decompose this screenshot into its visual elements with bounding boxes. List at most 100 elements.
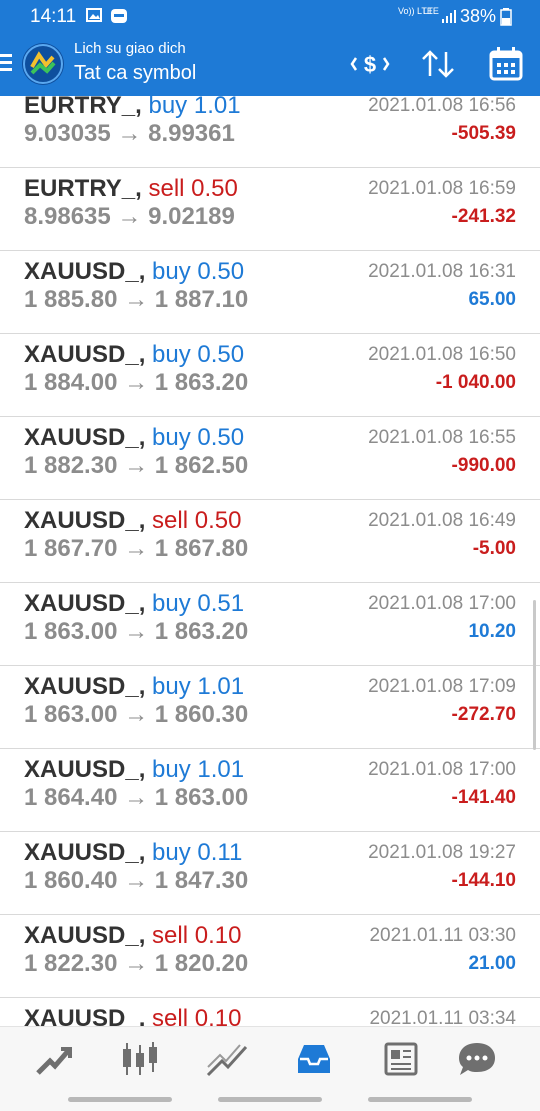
trade-volume: 0.51 bbox=[197, 590, 245, 617]
trade-volume: 0.11 bbox=[197, 839, 243, 866]
trade-side: buy bbox=[152, 673, 191, 700]
trade-side: buy bbox=[152, 258, 191, 285]
menu-icon[interactable] bbox=[0, 54, 12, 72]
trade-profit: 10.20 bbox=[468, 621, 516, 642]
trade-row[interactable]: EURTRY_, sell 0.50 8.98635 → 9.02189 2021.… bbox=[0, 167, 540, 251]
trade-time: 2021.01.08 16:59 bbox=[368, 178, 516, 199]
trade-symbol: XAUUSD_, buy 1.01 bbox=[24, 756, 244, 784]
trade-side: buy bbox=[152, 590, 191, 617]
trade-symbol: XAUUSD_, sell 0.10 bbox=[24, 1005, 241, 1026]
status-bar: 14:11 Vo)) LTE LTE 38% bbox=[0, 0, 540, 34]
trade-volume: 1.01 bbox=[197, 673, 245, 700]
trade-time: 2021.01.08 16:56 bbox=[368, 96, 516, 116]
scrollbar[interactable] bbox=[533, 600, 536, 750]
nav-gesture-center bbox=[218, 1097, 322, 1102]
symbol-filter-icon[interactable]: $ bbox=[350, 44, 390, 84]
nav-gesture-right bbox=[368, 1097, 472, 1102]
trade-row[interactable]: XAUUSD_, sell 0.10 2021.01.11 03:34 bbox=[0, 997, 540, 1026]
battery-percent: 38% bbox=[459, 6, 496, 26]
trade-profit: -144.10 bbox=[451, 870, 516, 891]
news-icon[interactable] bbox=[376, 1039, 426, 1079]
sort-icon[interactable] bbox=[418, 44, 458, 84]
history-icon[interactable] bbox=[289, 1039, 339, 1079]
symbol-name: XAUUSD_, bbox=[24, 922, 146, 949]
trade-time: 2021.01.08 16:31 bbox=[368, 261, 516, 282]
trade-prices: 1 882.30 → 1 862.50 bbox=[24, 452, 249, 479]
quotes-icon[interactable] bbox=[28, 1039, 78, 1079]
trade-profit: -990.00 bbox=[451, 455, 516, 476]
chat-icon[interactable] bbox=[452, 1039, 502, 1079]
trade-side: sell bbox=[148, 175, 185, 202]
trade-row[interactable]: XAUUSD_, buy 1.01 1 864.40 → 1 863.00 2021… bbox=[0, 748, 540, 832]
trade-symbol: XAUUSD_, buy 0.50 bbox=[24, 424, 244, 452]
chart-icon[interactable] bbox=[115, 1039, 165, 1079]
trade-row[interactable]: XAUUSD_, buy 0.50 1 885.80 → 1 887.10 2021… bbox=[0, 250, 540, 334]
app-logo[interactable] bbox=[22, 43, 64, 85]
trade-volume: 0.10 bbox=[194, 1005, 242, 1026]
trade-volume: 0.10 bbox=[194, 922, 242, 949]
trade-side: sell bbox=[152, 1005, 189, 1026]
trade-prices: 1 822.30 → 1 820.20 bbox=[24, 950, 249, 977]
trade-row[interactable]: XAUUSD_, buy 0.50 1 882.30 → 1 862.50 2021… bbox=[0, 416, 540, 500]
trade-icon[interactable] bbox=[202, 1039, 252, 1079]
trade-row[interactable]: XAUUSD_, sell 0.10 1 822.30 → 1 820.20 202… bbox=[0, 914, 540, 998]
trade-symbol: EURTRY_, sell 0.50 bbox=[24, 175, 238, 203]
trade-prices: 9.03035 → 8.99361 bbox=[24, 120, 235, 147]
trade-prices: 1 884.00 → 1 863.20 bbox=[24, 369, 249, 396]
trade-time: 2021.01.11 03:34 bbox=[369, 1008, 516, 1026]
trade-volume: 0.50 bbox=[191, 175, 238, 202]
trade-side: buy bbox=[152, 341, 191, 368]
symbol-name: XAUUSD_, bbox=[24, 1005, 146, 1026]
zalo-notification-icon bbox=[111, 9, 127, 23]
svg-text:$: $ bbox=[364, 52, 376, 77]
symbol-name: XAUUSD_, bbox=[24, 839, 146, 866]
trade-row[interactable]: XAUUSD_, sell 0.50 1 867.70 → 1 867.80 202… bbox=[0, 499, 540, 583]
trade-profit: -505.39 bbox=[451, 123, 516, 144]
trade-symbol: XAUUSD_, sell 0.50 bbox=[24, 507, 241, 535]
nav-gesture-left bbox=[68, 1097, 172, 1102]
gallery-notification-icon bbox=[86, 8, 102, 22]
trade-time: 2021.01.08 16:55 bbox=[368, 427, 516, 448]
trade-symbol: XAUUSD_, buy 0.50 bbox=[24, 341, 244, 369]
trade-volume: 1.01 bbox=[193, 96, 241, 119]
trade-symbol: XAUUSD_, buy 1.01 bbox=[24, 673, 244, 701]
bottom-nav bbox=[0, 1026, 540, 1111]
trade-profit: 21.00 bbox=[468, 953, 516, 974]
symbol-name: XAUUSD_, bbox=[24, 424, 146, 451]
metatrader-logo-icon bbox=[23, 44, 63, 84]
trade-profit: -1 040.00 bbox=[435, 372, 516, 393]
trade-prices: 1 885.80 → 1 887.10 bbox=[24, 286, 249, 313]
trade-side: buy bbox=[152, 839, 191, 866]
symbol-name: EURTRY_, bbox=[24, 175, 142, 202]
trade-volume: 1.01 bbox=[197, 756, 245, 783]
trade-prices: 1 863.00 → 1 863.20 bbox=[24, 618, 249, 645]
trade-row[interactable]: XAUUSD_, buy 0.50 1 884.00 → 1 863.20 2021… bbox=[0, 333, 540, 417]
symbol-name: XAUUSD_, bbox=[24, 507, 146, 534]
signal-icon bbox=[442, 10, 456, 23]
trade-volume: 0.50 bbox=[197, 424, 245, 451]
trade-symbol: XAUUSD_, buy 0.11 bbox=[24, 839, 242, 867]
lte-indicator: LTE bbox=[423, 6, 439, 16]
trade-symbol: XAUUSD_, buy 0.51 bbox=[24, 590, 244, 618]
calendar-icon[interactable] bbox=[486, 44, 526, 84]
trade-side: buy bbox=[152, 424, 191, 451]
trade-row[interactable]: EURTRY_, buy 1.01 9.03035 → 8.99361 2021.0… bbox=[0, 96, 540, 168]
symbol-name: EURTRY_, bbox=[24, 96, 142, 119]
trade-volume: 0.50 bbox=[197, 258, 245, 285]
trade-symbol: EURTRY_, buy 1.01 bbox=[24, 96, 241, 120]
trade-row[interactable]: XAUUSD_, buy 0.51 1 863.00 → 1 863.20 2021… bbox=[0, 582, 540, 666]
trade-profit: 65.00 bbox=[468, 289, 516, 310]
symbol-name: XAUUSD_, bbox=[24, 258, 146, 285]
trade-row[interactable]: XAUUSD_, buy 1.01 1 863.00 → 1 860.30 2021… bbox=[0, 665, 540, 749]
trade-side: buy bbox=[148, 96, 188, 119]
symbol-name: XAUUSD_, bbox=[24, 590, 146, 617]
trade-history-list[interactable]: EURTRY_, buy 1.01 9.03035 → 8.99361 2021.0… bbox=[0, 96, 540, 1026]
page-title[interactable]: Tat ca symbol bbox=[74, 62, 196, 85]
symbol-name: XAUUSD_, bbox=[24, 341, 146, 368]
trade-profit: -272.70 bbox=[451, 704, 516, 725]
trade-symbol: XAUUSD_, buy 0.50 bbox=[24, 258, 244, 286]
trade-time: 2021.01.08 17:00 bbox=[368, 759, 516, 780]
trade-symbol: XAUUSD_, sell 0.10 bbox=[24, 922, 241, 950]
trade-row[interactable]: XAUUSD_, buy 0.11 1 860.40 → 1 847.30 2021… bbox=[0, 831, 540, 915]
trade-prices: 1 867.70 → 1 867.80 bbox=[24, 535, 249, 562]
